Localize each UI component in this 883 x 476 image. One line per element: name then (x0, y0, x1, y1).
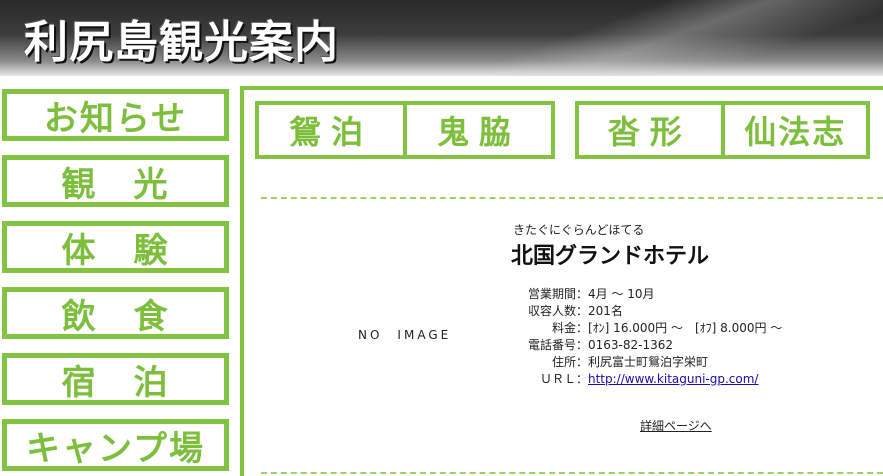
info-value: 0163-82-1362 (588, 338, 674, 352)
area-tab-group-1: 鴛泊 鬼脇 (255, 101, 555, 159)
content-border-left (240, 86, 244, 476)
info-label: 料金： (551, 321, 588, 335)
info-row-phone: 電話番号： 0163-82-1362 (520, 337, 782, 354)
site-header: 利尻島観光案内 (0, 0, 883, 76)
info-value: 201名 (588, 304, 623, 318)
sidebar-item-experience[interactable]: 体 験 (2, 221, 229, 273)
info-label: 営業期間： (527, 287, 588, 301)
sidebar-item-news[interactable]: お知らせ (2, 89, 229, 141)
info-row-address: 住所： 利尻富士町鴛泊字栄町 (520, 354, 782, 371)
hotel-url-link[interactable]: http://www.kitaguni-gp.com/ (588, 371, 758, 388)
info-row-url: ＵＲＬ： http://www.kitaguni-gp.com/ (520, 371, 782, 388)
area-tab-group-2: 沓形 仙法志 (575, 101, 870, 159)
sidebar-item-camping[interactable]: キャンプ場 (2, 419, 229, 471)
divider-top (261, 197, 883, 199)
image-placeholder: NO IMAGE (358, 328, 452, 342)
hotel-info: 営業期間： 4月 ～ 10月 収容人数： 201名 料金： [ｵﾝ] 16.00… (520, 286, 782, 388)
info-row-period: 営業期間： 4月 ～ 10月 (520, 286, 782, 303)
info-label: 収容人数： (527, 304, 588, 318)
tab-kutsugata[interactable]: 沓形 (579, 105, 721, 155)
info-row-price: 料金： [ｵﾝ] 16.000円 ～ [ｵﾌ] 8.000円 ～ (520, 320, 782, 337)
sidebar-item-dining[interactable]: 飲 食 (2, 287, 229, 339)
info-value: [ｵﾝ] 16.000円 ～ [ｵﾌ] 8.000円 ～ (588, 321, 783, 335)
detail-page-link[interactable]: 詳細ページへ (640, 417, 712, 434)
sidebar-item-lodging[interactable]: 宿 泊 (2, 353, 229, 405)
info-label: ＵＲＬ： (539, 372, 588, 386)
tab-oshidomari[interactable]: 鴛泊 (259, 105, 403, 155)
divider-bottom (261, 472, 883, 474)
info-label: 電話番号： (527, 338, 588, 352)
site-title[interactable]: 利尻島観光案内 (24, 6, 339, 70)
hotel-name: 北国グランドホテル (511, 244, 710, 269)
content-border-top (240, 86, 883, 90)
info-value: 利尻富士町鴛泊字栄町 (588, 355, 709, 369)
info-value: 4月 ～ 10月 (588, 287, 655, 301)
tab-oniwaki[interactable]: 鬼脇 (403, 105, 551, 155)
tab-senposhi[interactable]: 仙法志 (720, 105, 867, 155)
info-row-capacity: 収容人数： 201名 (520, 303, 782, 320)
info-label: 住所： (551, 355, 588, 369)
header-mountain-image (383, 0, 883, 76)
sidebar-item-sightseeing[interactable]: 観 光 (2, 155, 229, 207)
hotel-furigana: きたぐにぐらんどほてる (513, 223, 645, 237)
